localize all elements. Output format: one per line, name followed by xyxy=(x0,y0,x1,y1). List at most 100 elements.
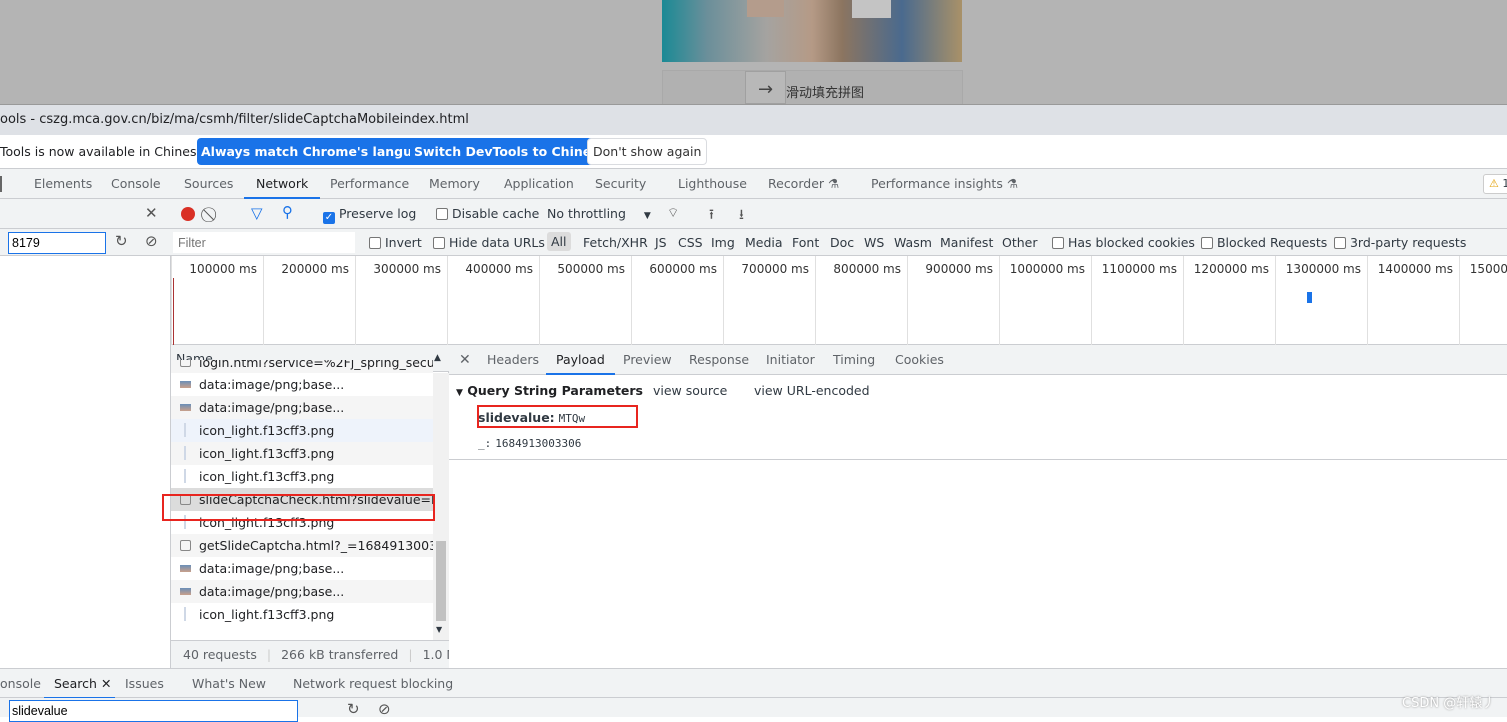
tab-timing[interactable]: Timing xyxy=(833,345,875,375)
import-har-icon[interactable]: ⭱ xyxy=(709,204,714,228)
type-wasm[interactable]: Wasm xyxy=(894,235,932,250)
request-row[interactable]: data:image/png;base... xyxy=(171,373,433,396)
blocked-requests-checkbox[interactable]: Blocked Requests xyxy=(1201,235,1327,250)
type-font[interactable]: Font xyxy=(792,235,819,250)
request-row[interactable]: icon_light.f13cff3.png xyxy=(171,465,433,488)
request-row[interactable]: data:image/png;base... xyxy=(171,557,433,580)
scrollbar-track[interactable]: ▼ xyxy=(433,373,449,640)
tab-performance-insights[interactable]: Performance insights ⚗ xyxy=(871,169,1018,199)
filter-icon[interactable]: ▽ xyxy=(251,204,263,222)
tab-sources[interactable]: Sources xyxy=(184,169,233,199)
clear-icon[interactable]: ⊘ xyxy=(145,232,158,250)
close-details-icon[interactable]: ✕ xyxy=(459,345,471,375)
drawer-tab-whats-new[interactable]: What's New xyxy=(192,669,266,699)
tab-memory[interactable]: Memory xyxy=(429,169,480,199)
request-row[interactable]: icon_light.f13cff3.png xyxy=(171,442,433,465)
drawer-search-input[interactable] xyxy=(9,700,298,722)
type-doc[interactable]: Doc xyxy=(830,235,854,250)
request-row[interactable]: icon_light.f13cff3.png xyxy=(171,419,433,442)
warnings-badge[interactable]: ⚠ 1 xyxy=(1483,174,1507,194)
switch-chinese-button[interactable]: Switch DevTools to Chinese xyxy=(410,138,612,165)
hide-data-urls-checkbox[interactable]: Hide data URLs xyxy=(433,235,545,250)
view-url-encoded-link[interactable]: view URL-encoded xyxy=(754,383,870,398)
tab-application[interactable]: Application xyxy=(504,169,574,199)
export-har-icon[interactable]: ⭳ xyxy=(739,204,744,228)
search-drawer: ↻ ⊘ xyxy=(0,698,1507,722)
flask-icon: ⚗ xyxy=(828,176,840,191)
drawer-tab-console[interactable]: onsole xyxy=(0,669,41,699)
dropdown-arrow-icon: ▼ xyxy=(643,211,651,221)
tab-recorder[interactable]: Recorder ⚗ xyxy=(768,169,839,199)
request-details: ✕ Headers Payload Preview Response Initi… xyxy=(449,345,1507,668)
type-media[interactable]: Media xyxy=(745,235,783,250)
type-img[interactable]: Img xyxy=(711,235,735,250)
tab-payload[interactable]: Payload xyxy=(546,345,615,375)
dont-show-again-button[interactable]: Don't show again xyxy=(587,138,708,165)
type-all[interactable]: All xyxy=(547,232,571,251)
has-blocked-cookies-checkbox[interactable]: Has blocked cookies xyxy=(1052,235,1195,250)
param-key: _: xyxy=(478,437,492,450)
captcha-image xyxy=(662,0,962,62)
request-row[interactable]: data:image/png;base... xyxy=(171,396,433,419)
type-fetch-xhr[interactable]: Fetch/XHR xyxy=(583,235,648,250)
drawer-tab-request-blocking[interactable]: Network request blocking xyxy=(293,669,453,699)
request-row[interactable]: data:image/png;base... xyxy=(171,580,433,603)
request-row[interactable]: getSlideCaptcha.html?_=1684913003307 xyxy=(171,534,433,557)
checkbox-checked-icon: ✓ xyxy=(323,212,335,224)
tab-console[interactable]: Console xyxy=(111,169,161,199)
network-overview-timeline[interactable]: 100000 ms 200000 ms 300000 ms 400000 ms 5000… xyxy=(171,256,1507,345)
tab-performance[interactable]: Performance xyxy=(330,169,409,199)
query-params-section-toggle[interactable]: ▼ Query String Parameters xyxy=(456,383,643,398)
type-other[interactable]: Other xyxy=(1002,235,1038,250)
third-party-checkbox[interactable]: 3rd-party requests xyxy=(1334,235,1466,250)
view-source-link[interactable]: view source xyxy=(653,383,727,398)
triangle-down-icon: ▼ xyxy=(456,388,463,398)
request-row[interactable]: login.html?service=%2Fj_spring_security xyxy=(171,360,433,373)
filter-input[interactable] xyxy=(173,232,355,253)
drawer-tab-search[interactable]: Search ✕ xyxy=(44,669,116,699)
scroll-down-icon[interactable]: ▼ xyxy=(436,625,442,634)
tab-headers[interactable]: Headers xyxy=(487,345,539,375)
disable-cache-checkbox[interactable]: Disable cache xyxy=(436,206,539,221)
tab-cookies[interactable]: Cookies xyxy=(895,345,944,375)
preserve-log-checkbox[interactable]: ✓ Preserve log xyxy=(323,206,416,224)
tab-network[interactable]: Network xyxy=(244,169,321,199)
drawer-tab-issues[interactable]: Issues xyxy=(125,669,164,699)
refresh-icon[interactable]: ↻ xyxy=(347,700,360,718)
invert-checkbox[interactable]: Invert xyxy=(369,235,422,250)
warning-icon: ⚠ xyxy=(1489,177,1499,190)
record-icon[interactable] xyxy=(181,207,195,221)
request-row[interactable]: icon_light.f13cff3.png xyxy=(171,603,433,626)
tab-response[interactable]: Response xyxy=(689,345,749,375)
image-icon xyxy=(180,381,191,388)
type-css[interactable]: CSS xyxy=(678,235,703,250)
tab-elements[interactable]: Elements xyxy=(34,169,92,199)
image-icon xyxy=(180,588,191,595)
network-conditions-icon[interactable]: ⌔ xyxy=(667,205,679,221)
close-icon[interactable]: ✕ xyxy=(145,204,158,222)
image-icon xyxy=(180,565,191,572)
match-language-button[interactable]: Always match Chrome's language xyxy=(197,138,442,165)
search-icon[interactable]: ⚲ xyxy=(282,203,293,221)
checkbox-icon xyxy=(433,237,445,249)
clear-icon[interactable]: ⊘ xyxy=(378,700,391,718)
timeline-tick: 800000 ms xyxy=(815,256,907,345)
search-sidebar-input[interactable] xyxy=(8,232,106,254)
device-toggle-icon[interactable] xyxy=(0,176,2,192)
tab-lighthouse[interactable]: Lighthouse xyxy=(678,169,747,199)
tab-preview[interactable]: Preview xyxy=(623,345,672,375)
captcha-slider-handle[interactable]: → xyxy=(745,71,786,104)
scrollbar-thumb[interactable] xyxy=(436,541,446,621)
refresh-icon[interactable]: ↻ xyxy=(115,232,128,250)
disable-cache-label: Disable cache xyxy=(451,206,540,221)
tab-security[interactable]: Security xyxy=(595,169,646,199)
checkbox-icon xyxy=(1334,237,1346,249)
filter-bar: Invert Hide data URLs All Fetch/XHR JS C… xyxy=(0,229,1507,256)
throttling-select[interactable]: No throttling ▼ xyxy=(547,206,651,221)
tab-initiator[interactable]: Initiator xyxy=(766,345,815,375)
type-ws[interactable]: WS xyxy=(864,235,884,250)
type-manifest[interactable]: Manifest xyxy=(940,235,993,250)
arrow-right-icon: → xyxy=(757,79,774,100)
type-js[interactable]: JS xyxy=(655,235,667,250)
close-icon[interactable]: ✕ xyxy=(101,676,111,691)
